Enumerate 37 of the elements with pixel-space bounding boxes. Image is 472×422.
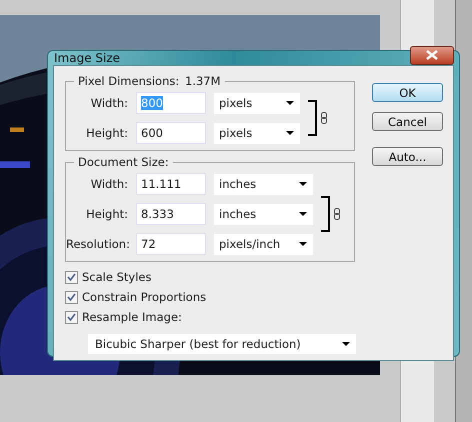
checkbox-label: Constrain Proportions: [82, 290, 206, 304]
unit-dropdown[interactable]: inches: [214, 174, 313, 194]
field-label: Width:: [90, 177, 128, 191]
window-title: Image Size: [54, 51, 120, 65]
checkbox-label: Scale Styles: [82, 270, 152, 284]
field-label: Height:: [85, 126, 128, 140]
caret-icon: [299, 212, 307, 216]
caret-icon: [342, 342, 350, 346]
dialog-button[interactable]: Cancel: [372, 112, 443, 131]
resample-dropdown[interactable]: Bicubic Sharper (best for reduction): [88, 334, 356, 354]
close-icon: [426, 50, 438, 60]
field-label: Width:: [90, 96, 128, 110]
caret-icon: [299, 242, 307, 246]
unit-dropdown[interactable]: pixels: [214, 122, 300, 144]
unit-dropdown[interactable]: inches: [214, 204, 313, 224]
group-title: Document Size:: [77, 155, 170, 169]
group-title: Pixel Dimensions: 1.37M: [77, 74, 222, 88]
caret-icon: [286, 131, 294, 135]
bracket-icon: [321, 196, 331, 232]
checkbox[interactable]: [65, 290, 78, 304]
caret-icon: [299, 182, 307, 186]
unit-dropdown[interactable]: pixels: [214, 92, 300, 114]
input-field[interactable]: 600: [136, 122, 206, 144]
dialog-button[interactable]: Auto...: [372, 147, 443, 166]
checkbox[interactable]: [65, 270, 78, 284]
input-field[interactable]: 11.111: [136, 173, 206, 195]
input-field[interactable]: 8.333: [136, 203, 206, 225]
input-field[interactable]: 72: [136, 233, 206, 255]
checkbox-label: Resample Image:: [82, 310, 182, 324]
close-button[interactable]: [410, 46, 454, 64]
dialog-button[interactable]: OK: [372, 83, 443, 102]
checkbox[interactable]: [65, 310, 78, 324]
field-label: Height:: [85, 207, 128, 221]
caret-icon: [286, 101, 294, 105]
unit-dropdown[interactable]: pixels/inch: [214, 234, 313, 254]
field-label: Resolution:: [66, 237, 128, 251]
bracket-icon: [308, 100, 318, 136]
